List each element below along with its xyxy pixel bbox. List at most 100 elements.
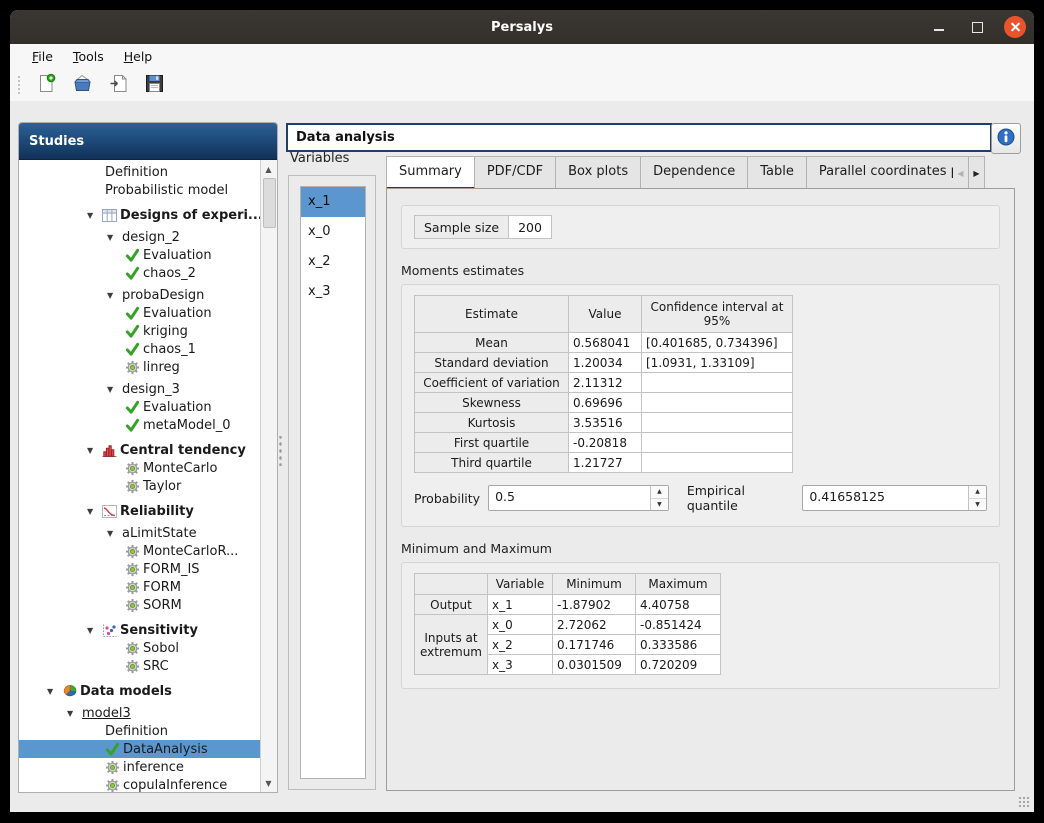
tree-item-label: DataAnalysis: [123, 742, 208, 757]
col-header: [415, 574, 488, 595]
expander-icon[interactable]: ▼: [67, 709, 82, 718]
tab-pdf-cdf[interactable]: PDF/CDF: [475, 156, 556, 189]
gear-icon: [125, 562, 143, 577]
analysis-name-field[interactable]: [286, 123, 992, 152]
tree-item-montecarlo[interactable]: MonteCarlo: [19, 459, 260, 477]
open-study-button[interactable]: [70, 73, 94, 97]
empirical-quantile-value[interactable]: 0.41658125: [803, 486, 968, 510]
minimize-button[interactable]: [928, 16, 950, 38]
tree-item-chaos-2[interactable]: chaos_2: [19, 264, 260, 282]
menubar-items: FileToolsHelp: [10, 44, 1034, 68]
tab-parallel-coordinates-plot[interactable]: Parallel coordinates plot: [807, 156, 953, 189]
tree-item-src[interactable]: SRC: [19, 657, 260, 675]
probability-spinbox[interactable]: 0.5 ▲ ▼: [488, 485, 669, 511]
expander-icon[interactable]: ▼: [87, 626, 102, 635]
maximize-button[interactable]: [966, 16, 988, 38]
tree-item-form-is[interactable]: FORM_IS: [19, 560, 260, 578]
save-study-button[interactable]: [142, 73, 166, 97]
tab-scroll-left-icon[interactable]: ◀: [953, 156, 969, 190]
expander-icon[interactable]: ▼: [87, 507, 102, 516]
info-button[interactable]: [991, 123, 1021, 154]
empirical-quantile-spinbox[interactable]: 0.41658125 ▲ ▼: [802, 485, 987, 511]
table-cell: 3.53516: [569, 413, 642, 433]
menu-help[interactable]: Help: [116, 47, 161, 66]
expander-icon[interactable]: ▼: [107, 233, 122, 242]
tree-item-copulainference[interactable]: copulaInference: [19, 776, 260, 792]
tree-item-montecarlor[interactable]: MonteCarloR...: [19, 542, 260, 560]
scroll-up-icon[interactable]: ▲: [261, 162, 276, 176]
tree-item-kriging[interactable]: kriging: [19, 322, 260, 340]
sample-size-table: Sample size 200: [414, 215, 552, 239]
tree-item-model3[interactable]: ▼model3: [19, 704, 260, 722]
menu-file[interactable]: File: [24, 47, 61, 66]
tree-item-evaluation[interactable]: Evaluation: [19, 304, 260, 322]
tree-item-inference[interactable]: inference: [19, 758, 260, 776]
tree-item-linreg[interactable]: linreg: [19, 358, 260, 376]
size-grip[interactable]: [1018, 796, 1030, 808]
tree-item-evaluation[interactable]: Evaluation: [19, 398, 260, 416]
tree-item-metamodel-0[interactable]: metaModel_0: [19, 416, 260, 434]
table-cell: 0.171746: [553, 635, 636, 655]
tree-item-sobol[interactable]: Sobol: [19, 639, 260, 657]
table-cell: -1.87902: [553, 595, 636, 615]
spin-up-icon[interactable]: ▲: [969, 486, 986, 499]
tree-item-dataanalysis[interactable]: DataAnalysis: [19, 740, 260, 758]
save-icon: [145, 74, 164, 96]
tab-summary[interactable]: Summary: [386, 156, 475, 189]
tree-item-label: chaos_2: [143, 266, 196, 281]
spin-down-icon[interactable]: ▼: [969, 499, 986, 511]
scrollbar-thumb[interactable]: [263, 178, 276, 228]
spin-down-icon[interactable]: ▼: [651, 499, 668, 511]
sensitivity-icon: [102, 624, 120, 637]
tree-item-form[interactable]: FORM: [19, 578, 260, 596]
tree-item-label: Central tendency: [120, 443, 246, 458]
probability-value[interactable]: 0.5: [489, 486, 650, 510]
variable-item-x-0[interactable]: x_0: [301, 217, 365, 247]
tree-item-data-models[interactable]: ▼Data models: [19, 682, 260, 700]
tree-item-alimitstate[interactable]: ▼aLimitState: [19, 524, 260, 542]
toolbar-handle[interactable]: [17, 75, 21, 95]
tab-box-plots[interactable]: Box plots: [556, 156, 641, 189]
tab-table[interactable]: Table: [748, 156, 807, 189]
tree-item-designs-of-experi[interactable]: ▼Designs of experi...: [19, 206, 260, 224]
tree-item-reliability[interactable]: ▼Reliability: [19, 502, 260, 520]
table-cell: [642, 453, 793, 473]
expander-icon[interactable]: ▼: [107, 385, 122, 394]
tree-scrollbar[interactable]: ▲ ▼: [260, 160, 277, 792]
expander-icon[interactable]: ▼: [47, 687, 62, 696]
menu-tools[interactable]: Tools: [65, 47, 112, 66]
tree-item-design-2[interactable]: ▼design_2: [19, 228, 260, 246]
panel-splitter[interactable]: [278, 436, 283, 466]
scroll-down-icon[interactable]: ▼: [261, 776, 276, 790]
titlebar[interactable]: Persalys: [10, 10, 1034, 44]
tree-item-sensitivity[interactable]: ▼Sensitivity: [19, 621, 260, 639]
close-button[interactable]: [1004, 16, 1026, 38]
expander-icon[interactable]: ▼: [87, 211, 102, 220]
tree-item-definition[interactable]: Definition: [19, 163, 260, 181]
gear-icon: [105, 778, 123, 793]
tree-item-design-3[interactable]: ▼design_3: [19, 380, 260, 398]
table-cell: 0.0301509: [553, 655, 636, 675]
new-study-button[interactable]: [34, 73, 58, 97]
table-cell: [642, 393, 793, 413]
tree-item-probadesign[interactable]: ▼probaDesign: [19, 286, 260, 304]
tree-item-chaos-1[interactable]: chaos_1: [19, 340, 260, 358]
tree-item-probabilistic-model[interactable]: Probabilistic model: [19, 181, 260, 199]
tree-item-central-tendency[interactable]: ▼ Central tendency: [19, 441, 260, 459]
tree-item-evaluation[interactable]: Evaluation: [19, 246, 260, 264]
tree-item-label: FORM_IS: [143, 562, 200, 577]
import-script-button[interactable]: [106, 73, 130, 97]
variable-item-x-2[interactable]: x_2: [301, 247, 365, 277]
tree-item-sorm[interactable]: SORM: [19, 596, 260, 614]
expander-icon[interactable]: ▼: [87, 446, 102, 455]
expander-icon[interactable]: ▼: [107, 291, 122, 300]
expander-icon[interactable]: ▼: [107, 529, 122, 538]
variable-item-x-3[interactable]: x_3: [301, 277, 365, 307]
variable-item-x-1[interactable]: x_1: [301, 187, 365, 217]
tree-item-definition[interactable]: Definition: [19, 722, 260, 740]
spin-up-icon[interactable]: ▲: [651, 486, 668, 499]
tab-scroll-right-icon[interactable]: ▶: [969, 156, 985, 190]
tree-item-taylor[interactable]: Taylor: [19, 477, 260, 495]
tab-dependence[interactable]: Dependence: [641, 156, 748, 189]
table-row: Coefficient of variation2.11312: [415, 373, 793, 393]
